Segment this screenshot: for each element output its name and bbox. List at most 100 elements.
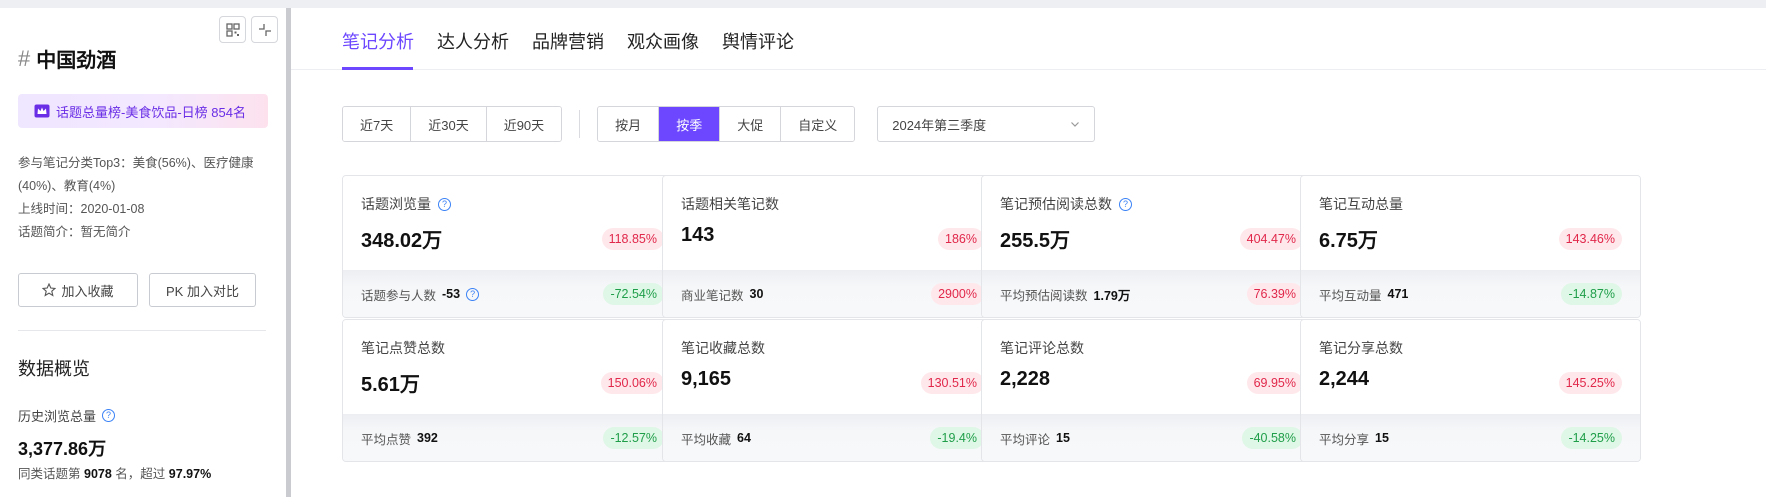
tab-bar: 笔记分析 达人分析 品牌营销 观众画像 舆情评论 (291, 8, 1766, 70)
qr-icon (225, 22, 240, 37)
metric-card-main: 笔记预估阅读总数 ? 255.5万 404.47% (982, 176, 1321, 270)
help-icon[interactable]: ? (438, 197, 451, 211)
history-percent: 97.97% (168, 467, 212, 481)
sub-metric-change-badge: 76.39% (1246, 283, 1303, 305)
metric-change-badge: 118.85% (601, 228, 664, 250)
tab-note-analysis[interactable]: 笔记分析 (342, 28, 414, 54)
sidebar-tools (219, 16, 278, 43)
metric-card-sub: 平均收藏 64 -19.4% (663, 414, 1002, 461)
period-segment: 按月 按季 大促 自定义 (597, 106, 856, 142)
sub-metric-label: 话题参与人数 (361, 288, 437, 303)
quarter-select[interactable]: 2024年第三季度 (877, 106, 1096, 142)
add-favorite-label: 加入收藏 (61, 283, 114, 299)
tab-sentiment-comments[interactable]: 舆情评论 (722, 28, 794, 54)
sub-metric-value: -53 (442, 287, 461, 301)
sub-metric-change-badge: -12.57% (603, 427, 664, 449)
history-rank-note: 同类话题第 9078 名，超过 97.97% (18, 463, 211, 482)
history-note-mid: 名，超过 (115, 467, 166, 481)
sub-metric-value: 15 (1056, 431, 1070, 445)
sub-metric-change-badge: -40.58% (1242, 427, 1303, 449)
metric-card: 笔记点赞总数 5.61万 150.06% 平均点赞 392 -12.57% (342, 319, 683, 462)
collapse-button[interactable] (251, 16, 278, 43)
range-90d[interactable]: 近90天 (486, 107, 562, 141)
metric-card-sub: 平均分享 15 -14.25% (1301, 414, 1640, 461)
metric-card-sub: 平均互动量 471 -14.87% (1301, 270, 1640, 317)
metric-card: 话题浏览量 ? 348.02万 118.85% 话题参与人数 -53 ? -72… (342, 175, 683, 318)
metric-label: 笔记分享总数 (1319, 338, 1622, 358)
tab-brand-marketing[interactable]: 品牌营销 (532, 28, 604, 54)
metric-label-text: 笔记收藏总数 (681, 340, 765, 356)
metric-card-main: 笔记分享总数 2,244 145.25% (1301, 320, 1640, 414)
metric-card-sub: 平均评论 15 -40.58% (982, 414, 1321, 461)
metric-label: 笔记点赞总数 (361, 338, 664, 358)
period-month[interactable]: 按月 (598, 107, 660, 141)
range-7d[interactable]: 近7天 (343, 107, 412, 141)
sub-metric-value: 471 (1387, 287, 1409, 301)
meta-intro: 话题简介：暂无简介 (18, 225, 131, 239)
sub-metric-value: 392 (417, 431, 438, 445)
qr-code-button[interactable] (219, 16, 246, 43)
metric-label-text: 笔记点赞总数 (361, 340, 445, 356)
main-content: 笔记分析 达人分析 品牌营销 观众画像 舆情评论 近7天 近30天 近90天 按… (291, 8, 1766, 497)
help-icon[interactable]: ? (1119, 197, 1132, 211)
metric-card-sub: 平均点赞 392 -12.57% (343, 414, 682, 461)
metric-label: 笔记收藏总数 (681, 338, 984, 358)
add-compare-label: PK 加入对比 (166, 283, 239, 299)
metric-card-main: 笔记点赞总数 5.61万 150.06% (343, 320, 682, 414)
history-rank: 9078 (84, 467, 112, 481)
metric-card-main: 笔记评论总数 2,228 69.95% (982, 320, 1321, 414)
metric-card: 笔记分享总数 2,244 145.25% 平均分享 15 -14.25% (1300, 319, 1641, 462)
metric-label: 笔记预估阅读总数 ? (1000, 194, 1303, 214)
metric-change-badge: 186% (938, 228, 984, 250)
help-icon[interactable]: ? (466, 287, 480, 301)
sidebar-actions: 加入收藏 PK 加入对比 (18, 273, 256, 307)
sub-metric-label: 平均评论 (1000, 432, 1051, 447)
sub-metric-label: 商业笔记数 (681, 288, 744, 303)
period-quarter[interactable]: 按季 (659, 107, 721, 141)
chevron-down-icon (1071, 122, 1080, 127)
metric-card: 笔记评论总数 2,228 69.95% 平均评论 15 -40.58% (981, 319, 1322, 462)
star-icon (42, 283, 57, 297)
metric-card-sub: 话题参与人数 -53 ? -72.54% (343, 270, 682, 317)
sub-metric-value: 1.79万 (1093, 288, 1131, 303)
metric-label-text: 笔记评论总数 (1000, 340, 1084, 356)
quarter-select-value: 2024年第三季度 (892, 117, 987, 133)
metric-label-text: 笔记分享总数 (1319, 340, 1403, 356)
metric-card-main: 话题浏览量 ? 348.02万 118.85% (343, 176, 682, 270)
top-strip (0, 0, 1766, 8)
add-compare-button[interactable]: PK 加入对比 (149, 273, 256, 307)
topic-name: 中国劲酒 (36, 50, 117, 72)
help-icon[interactable]: ? (102, 409, 116, 422)
tab-kol-analysis[interactable]: 达人分析 (437, 28, 509, 54)
range-30d[interactable]: 近30天 (411, 107, 487, 141)
metric-change-badge: 130.51% (920, 372, 984, 394)
metric-card-sub: 商业笔记数 30 2900% (663, 270, 1002, 317)
period-promo[interactable]: 大促 (720, 107, 782, 141)
metric-label: 笔记互动总量 (1319, 194, 1622, 214)
overview-title: 数据概览 (18, 359, 90, 379)
sidebar-divider-line (18, 330, 266, 331)
metric-change-badge: 145.25% (1558, 372, 1622, 394)
sub-metric-label: 平均互动量 (1319, 288, 1382, 303)
metric-card: 笔记预估阅读总数 ? 255.5万 404.47% 平均预估阅读数 1.79万 … (981, 175, 1322, 318)
sidebar: # 中国劲酒 话题总量榜-美食饮品-日榜 854名 参与笔记分类Top3：美食(… (0, 8, 286, 497)
metric-label-text: 笔记互动总量 (1319, 196, 1403, 212)
history-note-prefix: 同类话题第 (18, 467, 81, 481)
meta-online-time: 上线时间：2020-01-08 (18, 202, 145, 216)
sub-metric-change-badge: -14.25% (1561, 427, 1622, 449)
rank-badge[interactable]: 话题总量榜-美食饮品-日榜 854名 (18, 94, 268, 128)
tab-audience-profile[interactable]: 观众画像 (627, 28, 699, 54)
metric-label: 话题浏览量 ? (361, 194, 664, 214)
metric-card-main: 笔记收藏总数 9,165 130.51% (663, 320, 1002, 414)
metric-card-main: 话题相关笔记数 143 186% (663, 176, 1002, 270)
sub-metric-change-badge: 2900% (931, 283, 984, 305)
metric-card: 笔记收藏总数 9,165 130.51% 平均收藏 64 -19.4% (662, 319, 1003, 462)
add-favorite-button[interactable]: 加入收藏 (18, 273, 138, 307)
collapse-icon (258, 23, 271, 36)
active-tab-indicator (342, 67, 413, 70)
metric-label-text: 笔记预估阅读总数 (1000, 196, 1112, 212)
metric-card: 话题相关笔记数 143 186% 商业笔记数 30 2900% (662, 175, 1003, 318)
hash-symbol: # (18, 45, 31, 71)
period-custom[interactable]: 自定义 (781, 107, 855, 141)
sub-metric-change-badge: -14.87% (1561, 283, 1622, 305)
